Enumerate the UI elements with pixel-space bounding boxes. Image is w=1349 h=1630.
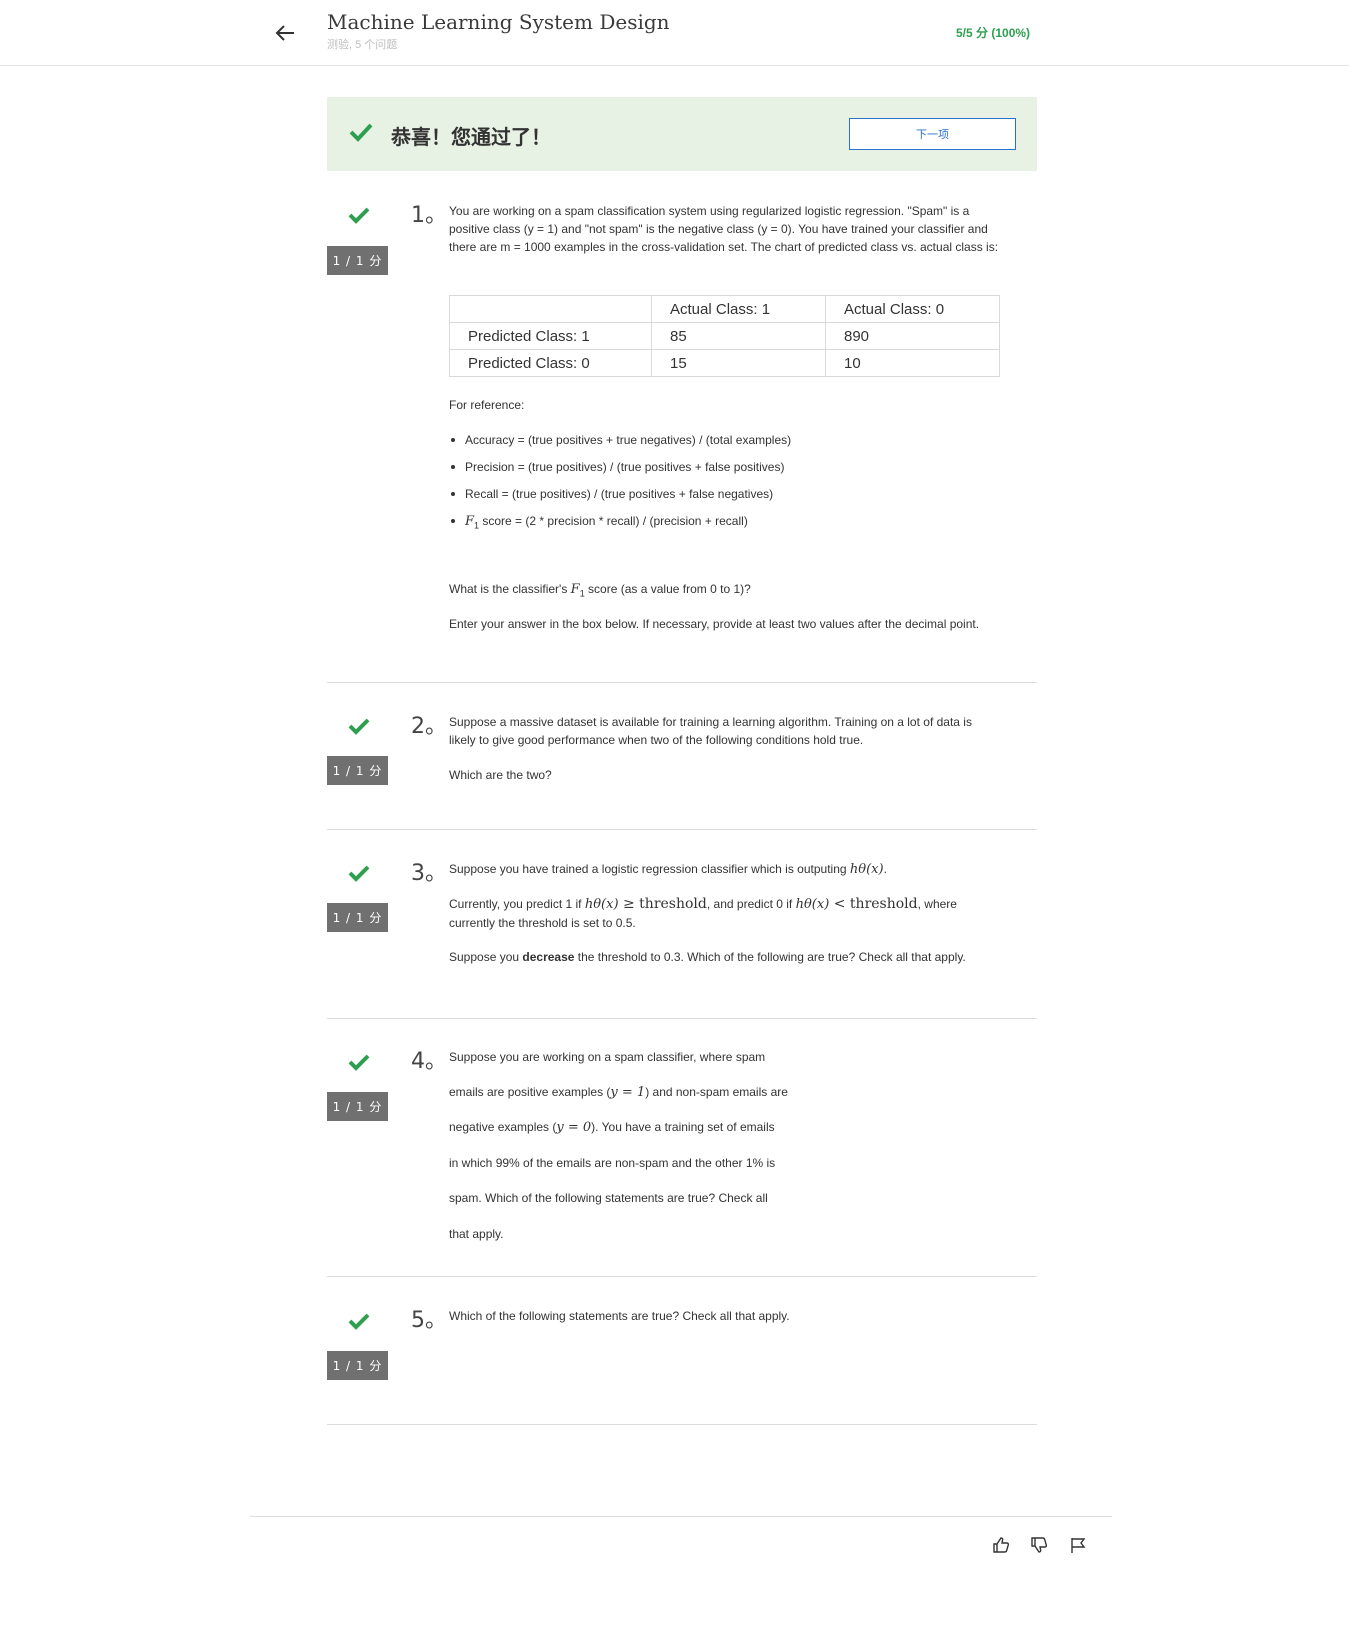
back-button[interactable]	[270, 18, 300, 48]
question-4-line: that apply.	[449, 1227, 504, 1241]
geq-symbol: ≥	[618, 896, 640, 912]
math-y0: y = 0	[556, 1120, 592, 1135]
correct-check-icon	[348, 207, 370, 224]
prompt-text: score (as a value from 0 to 1)?	[584, 582, 751, 596]
pass-message: 恭喜！您通过了！	[391, 127, 551, 149]
total-score: 5/5 分 (100%)	[956, 26, 1031, 40]
table-cell: 890	[825, 322, 1000, 350]
table-cell: 85	[651, 322, 826, 350]
table-row: Predicted Class: 1 85 890	[449, 322, 1000, 350]
question-number: 5。	[411, 1308, 447, 1333]
check-icon	[349, 123, 373, 142]
question-4-line: emails are positive examples (y = 1) and…	[449, 1083, 999, 1102]
threshold-word: threshold	[849, 896, 918, 912]
question-4-line: negative examples (y = 0). You have a tr…	[449, 1118, 999, 1137]
threshold-word: threshold	[639, 896, 707, 912]
divider	[327, 1276, 1037, 1277]
flag-icon	[1071, 1538, 1086, 1553]
question-number: 4。	[411, 1049, 447, 1074]
text: Suppose you have trained a logistic regr…	[449, 862, 850, 876]
math-y1: y = 1	[610, 1085, 646, 1100]
page-header: Machine Learning System Design 测验, 5 个问题…	[0, 0, 1349, 66]
text: emails are positive examples (	[449, 1085, 611, 1099]
confusion-matrix-table: Actual Class: 1 Actual Class: 0 Predicte…	[449, 295, 1000, 377]
text: , and predict 0 if	[706, 897, 796, 911]
footer-divider	[250, 1516, 1112, 1517]
page-subtitle: 测验, 5 个问题	[327, 39, 398, 51]
question-3-line1: Suppose you have trained a logistic regr…	[449, 860, 999, 879]
question-3-line2: Currently, you predict 1 if hθ(x) ≥ thre…	[449, 895, 999, 932]
dislike-button[interactable]	[1027, 1533, 1051, 1557]
table-cell: 15	[651, 349, 826, 377]
h-theta-x: hθ(x)	[849, 862, 884, 877]
text: ). You have a training set of emails	[591, 1120, 775, 1134]
correct-check-icon	[348, 1313, 370, 1330]
bold-text: decrease	[522, 950, 575, 964]
f1-formula: score = (2 * precision * recall) / (prec…	[479, 514, 748, 528]
question-score-badge: 1 / 1 分	[327, 1351, 388, 1380]
thumbs-up-icon	[993, 1537, 1010, 1553]
page-title: Machine Learning System Design	[327, 10, 670, 34]
text: ) and non-spam emails are	[645, 1085, 788, 1099]
question-4-line: Suppose you are working on a spam classi…	[449, 1050, 766, 1064]
question-number: 3。	[411, 861, 447, 886]
arrow-left-icon	[275, 25, 294, 41]
question-number: 2。	[411, 714, 447, 739]
question-2-sub: Which are the two?	[449, 768, 552, 782]
report-button[interactable]	[1066, 1533, 1090, 1557]
divider	[327, 1018, 1037, 1019]
question-number: 1。	[411, 203, 447, 228]
divider	[327, 1424, 1037, 1425]
table-cell: 10	[825, 349, 1000, 377]
like-button[interactable]	[989, 1533, 1013, 1557]
list-item: Accuracy = (true positives + true negati…	[449, 431, 999, 458]
question-4-line: in which 99% of the emails are non-spam …	[449, 1156, 776, 1170]
table-header-cell: Actual Class: 1	[651, 295, 826, 323]
correct-check-icon	[348, 718, 370, 735]
correct-check-icon	[348, 865, 370, 882]
text: Suppose you	[449, 950, 523, 964]
h-theta-x: hθ(x)	[584, 897, 619, 912]
question-score-badge: 1 / 1 分	[327, 756, 388, 785]
table-cell: Predicted Class: 0	[449, 349, 652, 377]
next-item-button[interactable]: 下一项	[849, 118, 1016, 150]
text: negative examples (	[449, 1120, 557, 1134]
question-score-badge: 1 / 1 分	[327, 246, 388, 275]
question-2-text: Suppose a massive dataset is available f…	[449, 715, 972, 747]
question-score-badge: 1 / 1 分	[327, 903, 388, 932]
text: Currently, you predict 1 if	[449, 897, 585, 911]
table-header-cell	[449, 295, 652, 323]
question-5-text: Which of the following statements are tr…	[449, 1309, 790, 1323]
correct-check-icon	[348, 1054, 370, 1071]
thumbs-down-icon	[1031, 1537, 1048, 1553]
question-3-line3: Suppose you decrease the threshold to 0.…	[449, 948, 999, 966]
table-cell: Predicted Class: 1	[449, 322, 652, 350]
f1-symbol: F	[570, 582, 580, 597]
question-score-badge: 1 / 1 分	[327, 1092, 388, 1121]
divider	[327, 682, 1037, 683]
reference-label: For reference:	[449, 398, 525, 412]
text: the threshold to 0.3. Which of the follo…	[574, 950, 966, 964]
divider	[327, 829, 1037, 830]
question-1-instruction: Enter your answer in the box below. If n…	[449, 617, 980, 631]
reference-list: Accuracy = (true positives + true negati…	[449, 431, 999, 539]
question-4-line: spam. Which of the following statements …	[449, 1191, 768, 1205]
question-1-prompt: What is the classifier's F1 score (as a …	[449, 580, 999, 602]
pass-banner: 恭喜！您通过了！ 下一项	[327, 97, 1037, 171]
text: .	[883, 862, 887, 876]
question-1-intro: You are working on a spam classification…	[449, 204, 999, 254]
list-item: Recall = (true positives) / (true positi…	[449, 485, 999, 512]
lt-symbol: <	[829, 896, 850, 912]
list-item: Precision = (true positives) / (true pos…	[449, 458, 999, 485]
table-header-row: Actual Class: 1 Actual Class: 0	[449, 295, 1000, 323]
f1-symbol: F	[465, 514, 475, 529]
table-header-cell: Actual Class: 0	[825, 295, 1000, 323]
h-theta-x: hθ(x)	[795, 897, 830, 912]
list-item: F1 score = (2 * precision * recall) / (p…	[449, 512, 999, 539]
prompt-text: What is the classifier's	[449, 582, 571, 596]
table-row: Predicted Class: 0 15 10	[449, 349, 1000, 377]
